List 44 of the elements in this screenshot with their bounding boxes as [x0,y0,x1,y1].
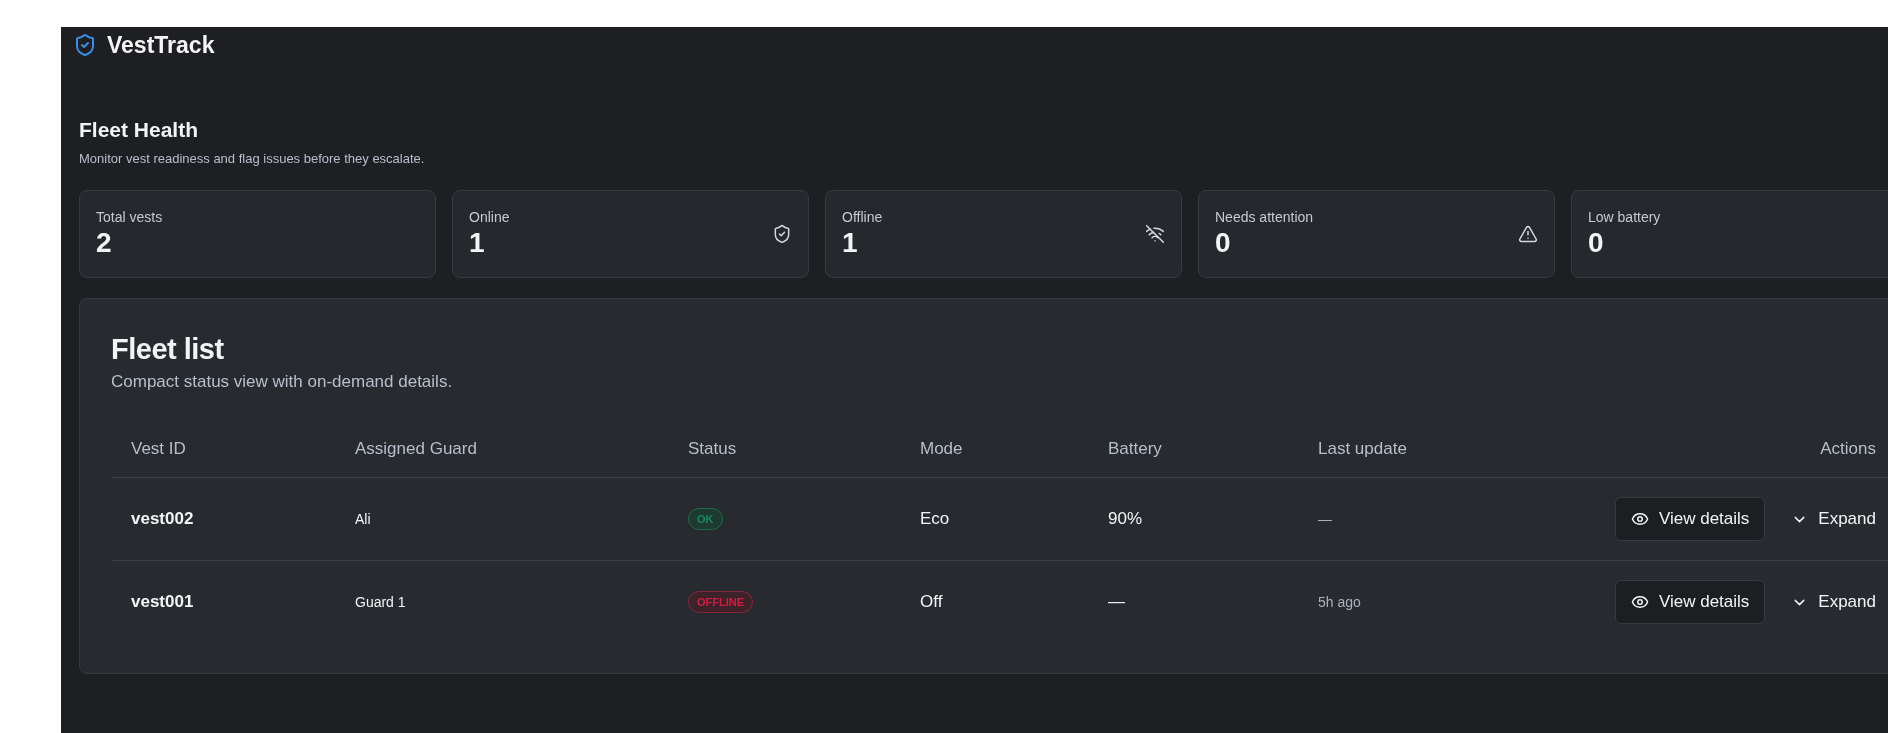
battery-value: — [1108,592,1125,611]
page-title: Fleet Health [79,118,200,142]
stat-value: 2 [96,227,113,259]
column-header: Battery [1108,439,1162,458]
column-header: Actions [1820,439,1876,458]
shield-check-icon [772,224,792,244]
vest-id: vest001 [131,592,194,611]
expand-button[interactable]: Expand [1779,497,1876,541]
stat-label: Low battery [1588,209,1661,225]
column-header: Last update [1318,439,1407,458]
panel-title: Fleet list [111,333,225,366]
shield-logo-icon [73,33,97,57]
status-badge: OFFLINE [688,591,754,613]
expand-button[interactable]: Expand [1779,580,1876,624]
guard-name: Guard 1 [355,594,406,610]
stat-label: Offline [842,209,883,225]
app-name: VestTrack [107,31,215,59]
status-badge: OK [688,508,723,530]
page-subtitle: Monitor vest readiness and flag issues before they escalate. [79,151,426,166]
column-header: Status [688,439,737,458]
stat-value: 0 [1215,227,1232,259]
stat-value: 1 [842,227,859,259]
column-header: Assigned Guard [355,439,477,458]
view-details-button[interactable]: View details [1614,497,1766,541]
stat-value: 1 [469,227,486,259]
eye-icon [1630,593,1649,611]
last-update: — [1318,511,1332,527]
mode-value: Off [920,592,943,611]
stat-value: 0 [1588,227,1605,259]
stat-label: Online [469,209,510,225]
guard-name: Ali [355,511,371,527]
battery-value: 90% [1108,509,1143,528]
wifi-off-icon [1145,224,1165,244]
column-header: Mode [920,439,963,458]
stat-label: Total vests [96,209,163,225]
last-update: 5h ago [1318,594,1361,610]
stat-label: Needs attention [1215,209,1314,225]
vest-id: vest002 [131,509,194,528]
eye-icon [1630,510,1649,528]
mode-value: Eco [920,509,950,528]
view-details-button[interactable]: View details [1614,580,1766,624]
warning-icon [1518,224,1538,244]
column-header: Vest ID [131,439,186,458]
panel-subtitle: Compact status view with on-demand details. [111,372,454,392]
